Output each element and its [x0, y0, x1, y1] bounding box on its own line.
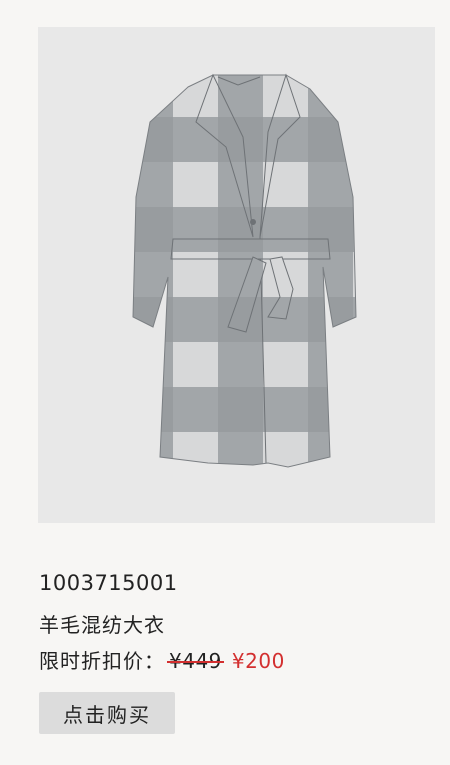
buy-button[interactable]: 点击购买	[39, 692, 175, 734]
original-price: ¥449	[169, 649, 222, 673]
price-label: 限时折扣价：	[39, 649, 165, 673]
coat-illustration	[132, 73, 357, 468]
price-row: 限时折扣价： ¥449 ¥200	[39, 645, 285, 674]
product-name: 羊毛混纺大衣	[39, 613, 165, 637]
product-sku: 1003715001	[39, 571, 178, 595]
product-image[interactable]	[38, 27, 435, 523]
sale-price: ¥200	[231, 649, 285, 673]
